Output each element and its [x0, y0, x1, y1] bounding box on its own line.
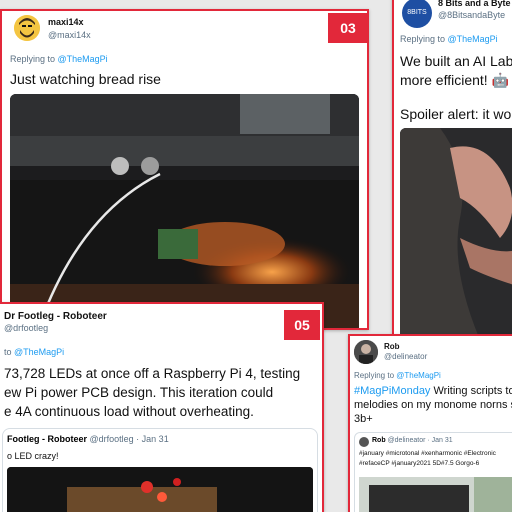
- reply-line: to @TheMagPi: [4, 347, 64, 357]
- card-number: 03: [328, 13, 367, 43]
- reply-line: Replying to @TheMagPi: [354, 371, 441, 380]
- quoted-text-line-1: #january #microtonal #xenharmonic #Elect…: [359, 450, 496, 457]
- quoted-text-line-2: #refaceCP #january2021 5D#7.5 Gorgo-6: [359, 460, 480, 467]
- reply-line: Replying to @TheMagPi: [400, 34, 498, 44]
- tweet-text-line-3: 3b+: [354, 413, 373, 425]
- reply-prefix: to: [4, 347, 15, 357]
- hashtag-link[interactable]: #MagPiMonday: [354, 385, 430, 397]
- author-handle[interactable]: @maxi14x: [48, 30, 91, 40]
- person-icon: [354, 340, 378, 364]
- tweet-text-line-2: ew Pi power PCB design. This iteration c…: [4, 385, 274, 400]
- quoted-handle-date: @drfootleg · Jan 31: [89, 434, 169, 444]
- synth-photo: [359, 477, 512, 512]
- led-board-photo: [7, 467, 313, 512]
- quoted-author[interactable]: Footleg - Roboteer @drfootleg · Jan 31: [7, 434, 169, 444]
- tweet-collage: 03 maxi14x @maxi14x Replying to @TheMagP…: [0, 0, 512, 512]
- reply-to-link[interactable]: @TheMagPi: [14, 347, 64, 357]
- tweet-photo[interactable]: [10, 94, 359, 328]
- tweet-text-rest: Writing scripts to: [430, 385, 512, 397]
- author-name[interactable]: 8 Bits and a Byte: [438, 0, 511, 8]
- reply-to-link[interactable]: @TheMagPi: [58, 54, 108, 64]
- avatar-logo-text: 8BITS: [407, 9, 427, 16]
- tweet-card-03: 03 maxi14x @maxi14x Replying to @TheMagP…: [0, 9, 369, 330]
- quoted-handle-date: @delineator · Jan 31: [387, 437, 453, 444]
- tweet-text-line-3: Spoiler alert: it wo: [400, 106, 512, 122]
- reply-prefix: Replying to: [400, 34, 448, 44]
- quoted-tweet[interactable]: Footleg - Roboteer @drfootleg · Jan 31 o…: [2, 428, 318, 512]
- quoted-photo[interactable]: [359, 477, 512, 512]
- author-name[interactable]: maxi14x: [48, 17, 84, 27]
- tweet-text-line-1: 73,728 LEDs at once off a Raspberry Pi 4…: [4, 366, 301, 381]
- author-name[interactable]: Rob: [384, 342, 400, 351]
- hand-photo: [400, 128, 512, 338]
- tweet-text-line-2: melodies on my monome norns s: [354, 399, 512, 411]
- quoted-author-name: Footleg - Roboteer: [7, 434, 87, 444]
- tweet-text-line-3: e 4A continuous load without overheating…: [4, 404, 254, 419]
- avatar[interactable]: 8BITS: [402, 0, 432, 28]
- tweet-card-rob: Rob @delineator Replying to @TheMagPi #M…: [348, 334, 512, 512]
- quoted-author-name: Rob: [372, 437, 386, 444]
- card-number: 05: [284, 310, 320, 340]
- quoted-photo[interactable]: [7, 467, 313, 512]
- reply-to-link[interactable]: @TheMagPi: [448, 34, 498, 44]
- tweet-text-line-1: #MagPiMonday Writing scripts to: [354, 385, 512, 397]
- author-handle[interactable]: @delineator: [384, 352, 427, 361]
- reply-prefix: Replying to: [354, 371, 397, 380]
- oven-photo: [10, 94, 359, 328]
- tweet-card-8bits: 8BITS 8 Bits and a Byte @8BitsandaByte R…: [392, 0, 512, 340]
- quoted-author[interactable]: Rob @delineator · Jan 31: [372, 437, 453, 444]
- tweet-card-05: 05 Dr Footleg - Roboteer @drfootleg to @…: [0, 302, 324, 512]
- reply-prefix: Replying to: [10, 54, 58, 64]
- reply-line: Replying to @TheMagPi: [10, 54, 108, 64]
- author-name[interactable]: Dr Footleg - Roboteer: [4, 311, 107, 322]
- tweet-text: Just watching bread rise: [10, 71, 161, 87]
- tweet-text-line-1: We built an AI Lab: [400, 53, 512, 69]
- avatar[interactable]: [354, 340, 378, 364]
- reply-to-link[interactable]: @TheMagPi: [396, 371, 441, 380]
- quoted-avatar: [359, 437, 369, 447]
- tweet-photo[interactable]: [400, 128, 512, 338]
- bearded-face-icon: [14, 15, 40, 41]
- author-handle[interactable]: @drfootleg: [4, 323, 48, 333]
- author-handle[interactable]: @8BitsandaByte: [438, 10, 505, 20]
- quoted-tweet[interactable]: Rob @delineator · Jan 31 #january #micro…: [354, 432, 512, 512]
- avatar[interactable]: [14, 15, 40, 41]
- quoted-text: o LED crazy!: [7, 451, 59, 461]
- tweet-text-line-2: more efficient! 🤖: [400, 72, 509, 88]
